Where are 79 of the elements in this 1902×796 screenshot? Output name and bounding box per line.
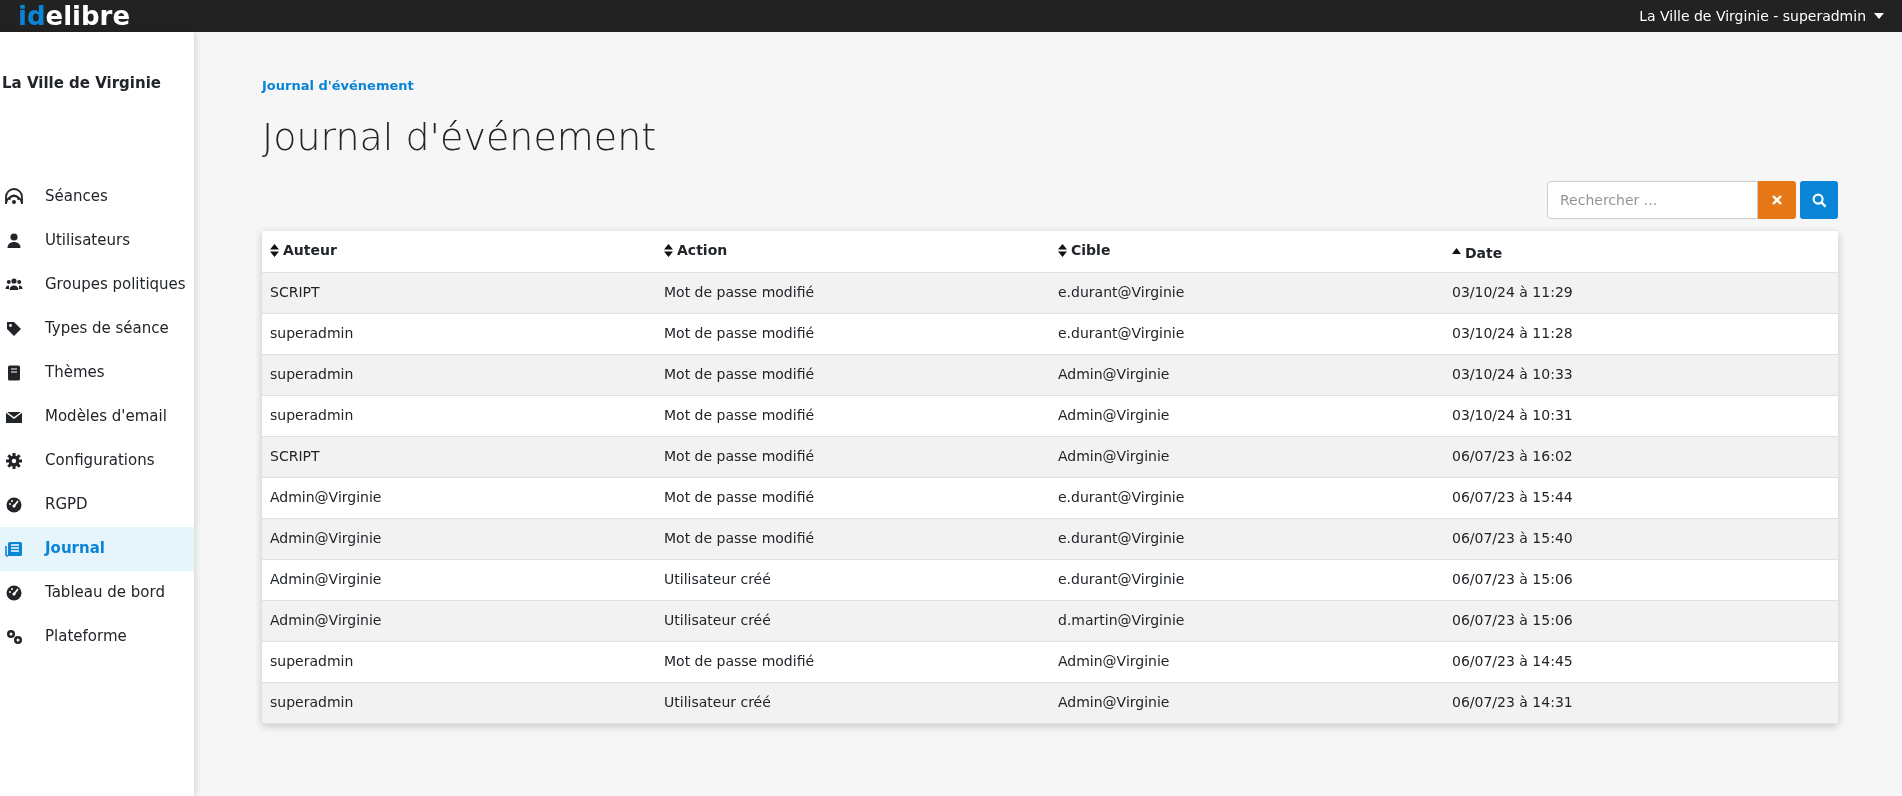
gauge-icon	[5, 583, 23, 602]
book-icon	[5, 363, 23, 382]
broadcast-icon	[5, 187, 23, 206]
breadcrumb-link[interactable]: Journal d'événement	[262, 76, 414, 96]
table-cell: SCRIPT	[262, 272, 656, 313]
table-cell: Admin@Virginie	[262, 518, 656, 559]
table-cell: Admin@Virginie	[1050, 395, 1444, 436]
sidebar-item[interactable]: Tableau de bord	[0, 570, 194, 615]
table-cell: 03/10/24 à 10:33	[1444, 354, 1838, 395]
sidebar-item[interactable]: Thèmes	[0, 350, 194, 395]
table-cell: Utilisateur créé	[656, 600, 1050, 641]
table-cell: e.durant@Virginie	[1050, 313, 1444, 354]
clear-button[interactable]	[1758, 181, 1796, 219]
caret-icon	[1874, 13, 1884, 19]
table-cell: e.durant@Virginie	[1050, 518, 1444, 559]
table-cell: Admin@Virginie	[262, 559, 656, 600]
table-cell: superadmin	[262, 354, 656, 395]
search-button[interactable]	[1800, 181, 1838, 219]
table-cell: Mot de passe modifié	[656, 518, 1050, 559]
table-cell: Admin@Virginie	[1050, 436, 1444, 477]
search-field[interactable]: Rechercher ...	[1547, 181, 1758, 219]
table-cell: superadmin	[262, 395, 656, 436]
close-icon	[1771, 194, 1783, 206]
column-header[interactable]: Auteur	[270, 239, 337, 261]
table-cell: Mot de passe modifié	[656, 395, 1050, 436]
table-cell: Mot de passe modifié	[656, 436, 1050, 477]
table-cell: d.martin@Virginie	[1050, 600, 1444, 641]
table-cell: Admin@Virginie	[1050, 682, 1444, 723]
table-cell: 06/07/23 à 15:40	[1444, 518, 1838, 559]
table-cell: superadmin	[262, 682, 656, 723]
table-cell: e.durant@Virginie	[1050, 477, 1444, 518]
table-cell: 03/10/24 à 10:31	[1444, 395, 1838, 436]
table-cell: 03/10/24 à 11:29	[1444, 272, 1838, 313]
table-cell: Admin@Virginie	[262, 477, 656, 518]
gauge-icon	[5, 495, 23, 514]
newspaper-icon	[5, 539, 23, 558]
organization-name: La Ville de Virginie	[1, 73, 162, 94]
sidebar-item[interactable]: Configurations	[0, 438, 194, 483]
table-cell: superadmin	[262, 641, 656, 682]
table-cell: Admin@Virginie	[1050, 354, 1444, 395]
table-cell: SCRIPT	[262, 436, 656, 477]
table-cell: 06/07/23 à 14:45	[1444, 641, 1838, 682]
gear-icon	[5, 451, 23, 470]
sidebar-item[interactable]: Modèles d'email	[0, 394, 194, 439]
sidebar-item[interactable]: Journal	[0, 526, 194, 571]
table-cell: 03/10/24 à 11:28	[1444, 313, 1838, 354]
table-cell: Mot de passe modifié	[656, 641, 1050, 682]
column-header[interactable]: Cible	[1058, 239, 1111, 261]
table-cell: 06/07/23 à 15:06	[1444, 559, 1838, 600]
table-cell: superadmin	[262, 313, 656, 354]
table-cell: 06/07/23 à 15:44	[1444, 477, 1838, 518]
table-cell: Admin@Virginie	[262, 600, 656, 641]
table-cell: 06/07/23 à 16:02	[1444, 436, 1838, 477]
table-cell: Utilisateur créé	[656, 559, 1050, 600]
column-header[interactable]: Action	[664, 239, 728, 261]
table-cell: Mot de passe modifié	[656, 354, 1050, 395]
sidebar-item[interactable]: Utilisateurs	[0, 218, 194, 263]
table-cell: Utilisateur créé	[656, 682, 1050, 723]
search-icon	[1811, 192, 1827, 208]
sidebar-item[interactable]: Types de séance	[0, 306, 194, 351]
sidebar-item[interactable]: RGPD	[0, 482, 194, 527]
table-cell: Mot de passe modifié	[656, 477, 1050, 518]
table-cell: e.durant@Virginie	[1050, 559, 1444, 600]
user-icon	[5, 231, 23, 250]
gears-icon	[5, 627, 23, 646]
table-cell: 06/07/23 à 14:31	[1444, 682, 1838, 723]
table-cell: Mot de passe modifié	[656, 313, 1050, 354]
sidebar-item[interactable]: Groupes politiques	[0, 262, 194, 307]
column-header[interactable]: Date	[1452, 243, 1503, 264]
page-title: Journal d'événement	[262, 113, 657, 161]
table-cell: 06/07/23 à 15:06	[1444, 600, 1838, 641]
tag-icon	[5, 319, 23, 338]
sidebar-item[interactable]: Plateforme	[0, 614, 194, 659]
sidebar-item[interactable]: Séances	[0, 174, 194, 219]
table-cell: e.durant@Virginie	[1050, 272, 1444, 313]
app-logo[interactable]: idelibre	[18, 3, 131, 29]
table-cell: Admin@Virginie	[1050, 641, 1444, 682]
user-menu[interactable]: La Ville de Virginie - superadmin	[1639, 5, 1884, 27]
table-cell: Mot de passe modifié	[656, 272, 1050, 313]
